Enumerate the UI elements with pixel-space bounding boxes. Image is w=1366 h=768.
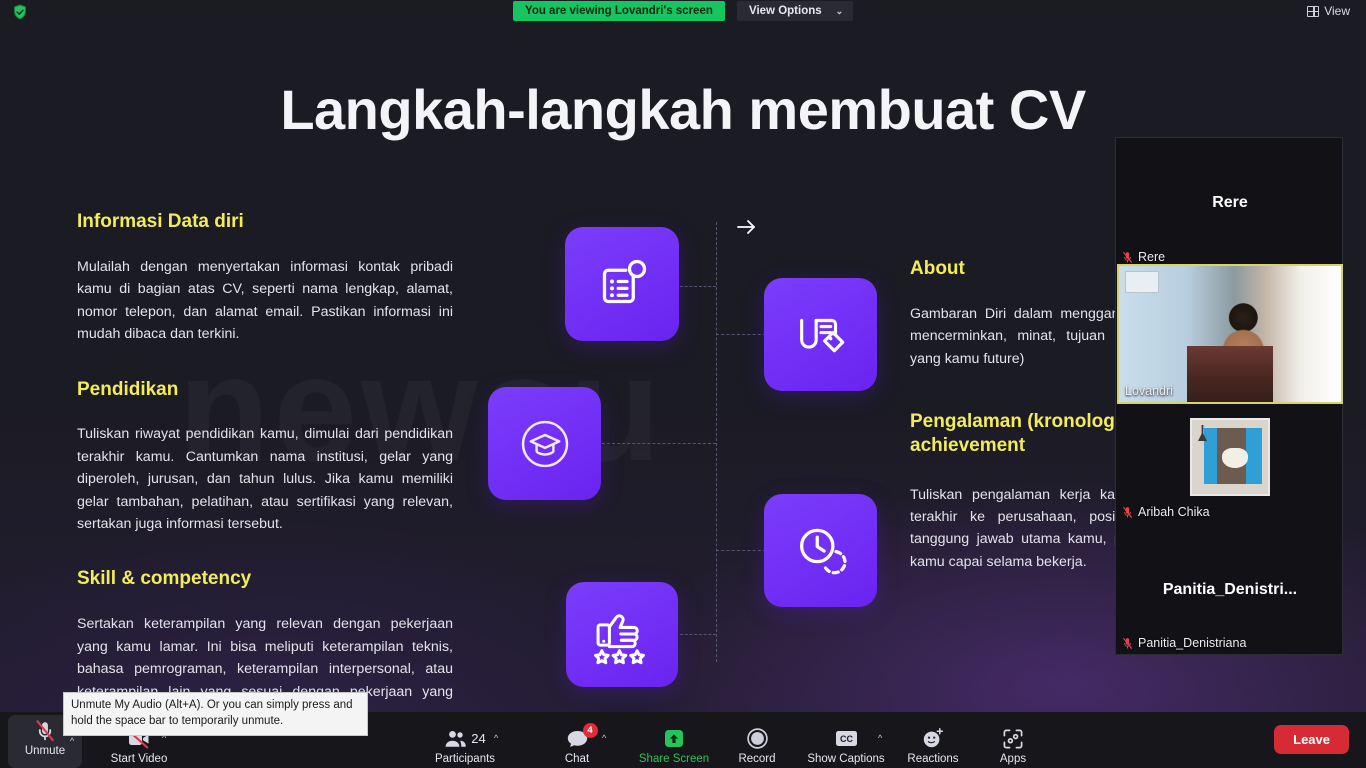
- share-screen-icon: [661, 727, 687, 751]
- mic-muted-icon: [1122, 637, 1133, 649]
- grid-view-icon: [1307, 5, 1320, 17]
- participant-display-name: Panitia_Denistri...: [1162, 581, 1298, 598]
- participant-tile-lovandri[interactable]: Lovandri: [1117, 264, 1343, 404]
- section-body: Mulailah dengan menyertakan informasi ko…: [77, 258, 453, 343]
- view-options-label: View Options: [749, 5, 822, 17]
- chevron-down-icon: ⌄: [835, 5, 844, 16]
- participant-avatar: [1190, 418, 1270, 496]
- record-label: Record: [738, 752, 776, 765]
- reactions-button[interactable]: Reactions: [894, 727, 972, 766]
- apps-icon: [1002, 727, 1024, 751]
- apps-button[interactable]: Apps: [974, 727, 1052, 766]
- thumbs-up-stars-icon: [566, 582, 678, 687]
- section-heading: Pendidikan: [77, 378, 179, 400]
- microphone-muted-icon: [34, 719, 56, 743]
- section-body: Tuliskan riwayat pendidikan kamu, dimula…: [77, 426, 453, 532]
- graduation-cap-icon: [488, 387, 601, 500]
- record-circle-icon: [746, 727, 769, 751]
- sharing-status-banner: You are viewing Lovandri's screen: [513, 1, 725, 21]
- unmute-tooltip: Unmute My Audio (Alt+A). Or you can simp…: [63, 692, 368, 736]
- background-picture-frame: [1125, 271, 1159, 293]
- svg-text:CC: CC: [840, 734, 853, 744]
- record-button[interactable]: Record: [718, 727, 796, 766]
- chat-button[interactable]: 4 Chat ^: [538, 722, 616, 766]
- connector-line: [602, 443, 716, 444]
- closed-captions-icon: CC: [833, 727, 860, 751]
- people-icon: 24: [444, 727, 486, 751]
- leave-button[interactable]: Leave: [1274, 725, 1349, 754]
- view-layout-button[interactable]: View: [1307, 2, 1350, 20]
- participant-tile-aribah-chika[interactable]: Aribah Chika: [1116, 408, 1344, 523]
- participant-clothing: [1187, 346, 1273, 402]
- share-screen-label: Share Screen: [638, 752, 710, 765]
- slide-title: Langkah-langkah membuat CV: [280, 78, 1086, 141]
- participant-name-label: Panitia_Denistriana: [1122, 636, 1246, 650]
- view-button-label: View: [1324, 4, 1350, 18]
- document-tag-icon: [764, 278, 877, 391]
- participants-count: 24: [471, 731, 486, 746]
- zoom-meeting-window: newsu Langkah-langkah membuat CV: [0, 0, 1366, 768]
- participant-tile-panitia[interactable]: Panitia_Denistri... Panitia_Denistriana: [1116, 526, 1344, 654]
- smiley-plus-icon: [921, 727, 945, 751]
- participant-name-text: Rere: [1138, 250, 1166, 264]
- view-options-button[interactable]: View Options ⌄: [737, 1, 854, 21]
- participant-name-label: Rere: [1122, 250, 1165, 264]
- apps-label: Apps: [999, 752, 1027, 765]
- section-heading: Informasi Data diri: [77, 211, 244, 232]
- share-screen-button[interactable]: Share Screen: [629, 727, 719, 766]
- participant-name-label: Aribah Chika: [1122, 505, 1210, 519]
- participant-name-label: Lovandri: [1125, 384, 1173, 398]
- connector-line: [716, 334, 766, 335]
- participant-name-text: Aribah Chika: [1138, 505, 1210, 519]
- arrow-right-cursor: [736, 217, 758, 242]
- participant-tile-rere[interactable]: Rere Rere: [1116, 138, 1344, 268]
- connector-line: [680, 286, 716, 287]
- participants-button[interactable]: 24 Participants ^: [426, 727, 504, 766]
- start-video-label: Start Video: [110, 752, 168, 765]
- chat-unread-badge: 4: [582, 722, 598, 738]
- chat-label: Chat: [564, 752, 590, 765]
- participant-display-name: Rere: [1212, 194, 1248, 211]
- participant-name-text: Lovandri: [1125, 384, 1173, 398]
- chevron-up-icon[interactable]: ^: [602, 733, 606, 743]
- mic-muted-icon: [1122, 251, 1133, 263]
- slide-left-column: Informasi Data diri Mulailah dengan meny…: [77, 210, 453, 712]
- chevron-up-icon[interactable]: ^: [70, 736, 74, 746]
- connector-line: [716, 550, 766, 551]
- participants-video-strip: Rere Rere Lovandri Aribah Chika Panitia_…: [1115, 137, 1343, 655]
- shield-check-icon[interactable]: [11, 3, 29, 21]
- show-captions-label: Show Captions: [807, 752, 885, 765]
- clipboard-list-icon: [565, 227, 679, 341]
- section-heading: Skill & competency: [77, 568, 252, 590]
- connector-line: [716, 222, 717, 662]
- unmute-label: Unmute: [24, 745, 66, 757]
- chevron-up-icon[interactable]: ^: [878, 733, 882, 743]
- reactions-label: Reactions: [907, 752, 959, 765]
- connector-line: [680, 634, 716, 635]
- participant-name-text: Panitia_Denistriana: [1138, 636, 1247, 650]
- clock-history-icon: [764, 494, 877, 607]
- chat-bubble-icon: 4: [566, 722, 598, 751]
- mic-muted-icon: [1122, 506, 1133, 518]
- participants-label: Participants: [434, 752, 496, 765]
- meeting-top-bar: You are viewing Lovandri's screen View O…: [0, 0, 1366, 22]
- show-captions-button[interactable]: CC Show Captions ^: [801, 727, 891, 766]
- chevron-up-icon[interactable]: ^: [494, 733, 498, 743]
